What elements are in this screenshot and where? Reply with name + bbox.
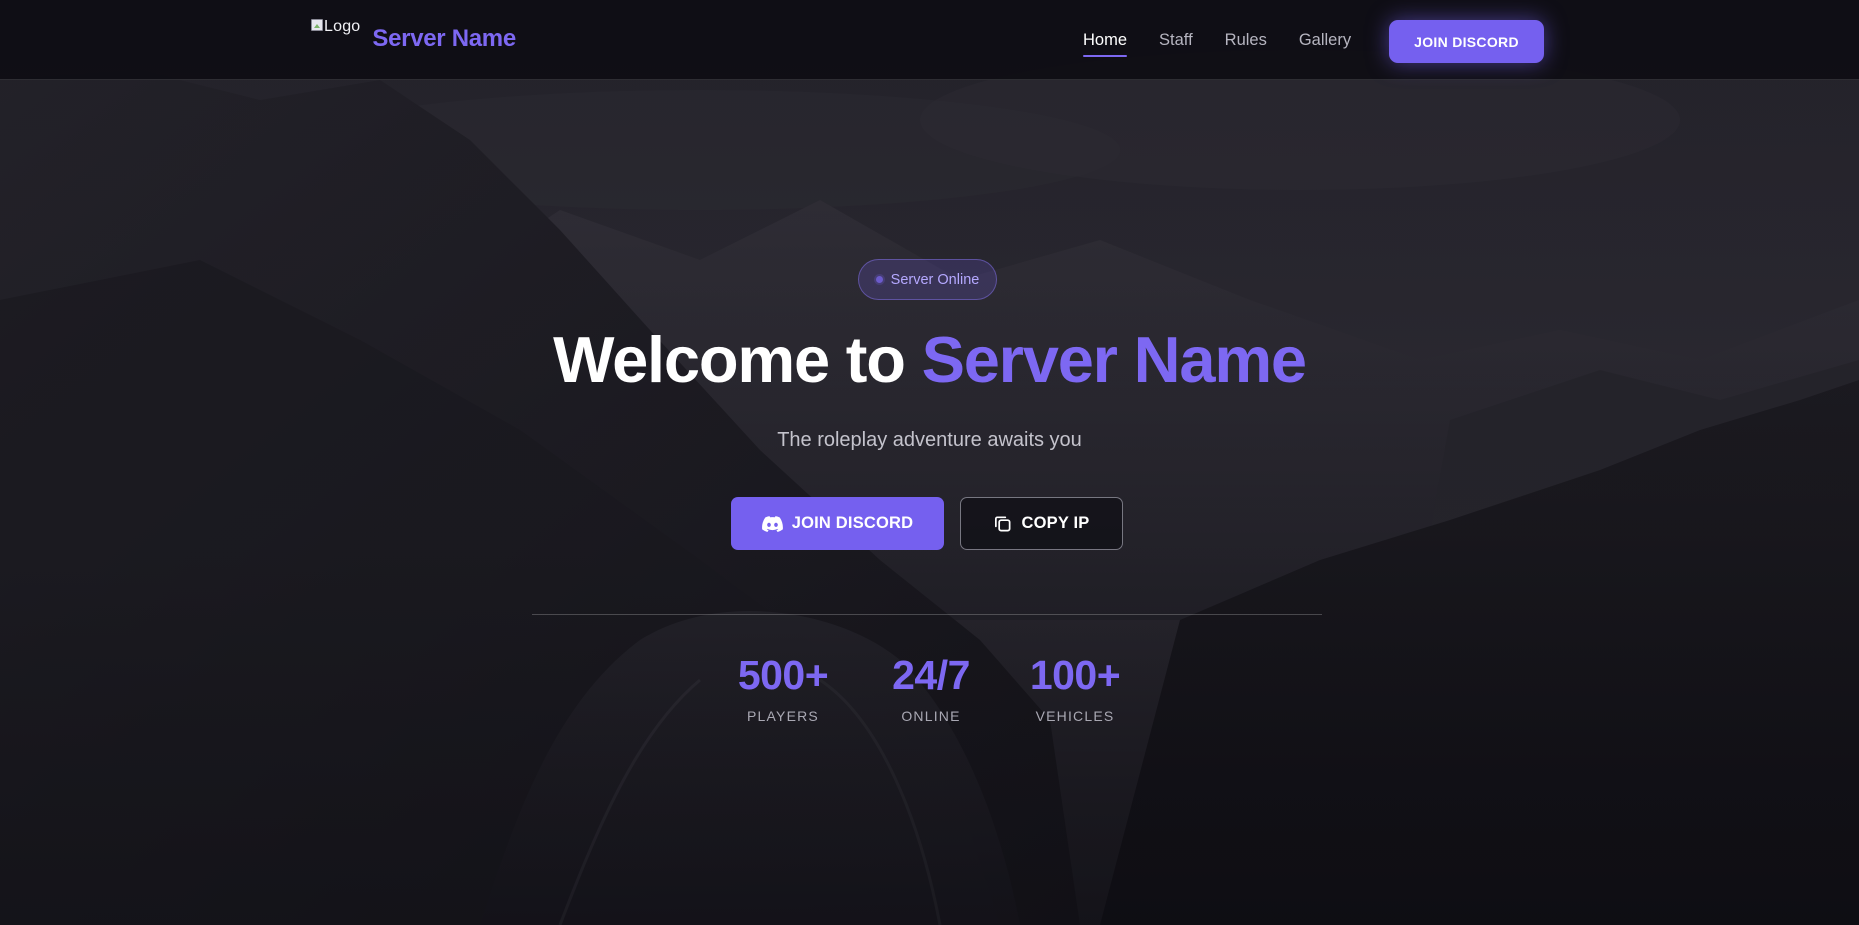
hero-section: Server Online Welcome to Server Name The… [0, 0, 1859, 925]
page: Logo Server Name Home Staff Rules Galler… [0, 0, 1859, 925]
join-discord-label: JOIN DISCORD [791, 514, 914, 532]
server-status-text: Server Online [890, 271, 980, 288]
copy-ip-button[interactable]: COPY IP [960, 497, 1123, 550]
server-status-badge: Server Online [858, 259, 997, 300]
hero-subtitle: The roleplay adventure awaits you [777, 429, 1082, 451]
hero-title-prefix: Welcome to [553, 323, 922, 396]
stat-players: 500+ PLAYERS [713, 652, 853, 724]
discord-icon [761, 515, 783, 532]
brand[interactable]: Logo Server Name [311, 18, 516, 53]
nav-link-gallery[interactable]: Gallery [1299, 31, 1351, 57]
stat-label: PLAYERS [747, 708, 819, 724]
logo-image[interactable]: Logo [311, 18, 360, 42]
nav-link-staff[interactable]: Staff [1159, 31, 1193, 57]
stat-value: 100+ [1029, 652, 1121, 698]
nav-links: Home Staff Rules Gallery [1083, 31, 1383, 57]
stat-value: 500+ [737, 652, 829, 698]
nav-link-home[interactable]: Home [1083, 31, 1128, 57]
stat-online: 24/7 ONLINE [861, 652, 1001, 724]
hero-title: Welcome to Server Name [0, 322, 1859, 397]
status-dot-icon [875, 276, 883, 283]
copy-ip-label: COPY IP [1021, 514, 1090, 532]
stat-value: 24/7 [892, 652, 970, 698]
brand-name[interactable]: Server Name [372, 25, 516, 53]
nav-link-rules[interactable]: Rules [1225, 31, 1267, 57]
nav-join-discord-button[interactable]: JOIN DISCORD [1389, 20, 1544, 63]
hero-divider [532, 614, 1322, 615]
logo-alt-text: Logo [324, 18, 361, 35]
join-discord-button[interactable]: JOIN DISCORD [731, 497, 944, 550]
stat-label: ONLINE [901, 708, 961, 724]
hero-title-accent: Server Name [921, 323, 1307, 396]
navbar: Logo Server Name Home Staff Rules Galler… [0, 0, 1859, 80]
stat-label: VEHICLES [1035, 708, 1115, 724]
broken-image-icon [311, 19, 323, 31]
copy-icon [993, 514, 1012, 533]
stat-vehicles: 100+ VEHICLES [1005, 652, 1145, 724]
